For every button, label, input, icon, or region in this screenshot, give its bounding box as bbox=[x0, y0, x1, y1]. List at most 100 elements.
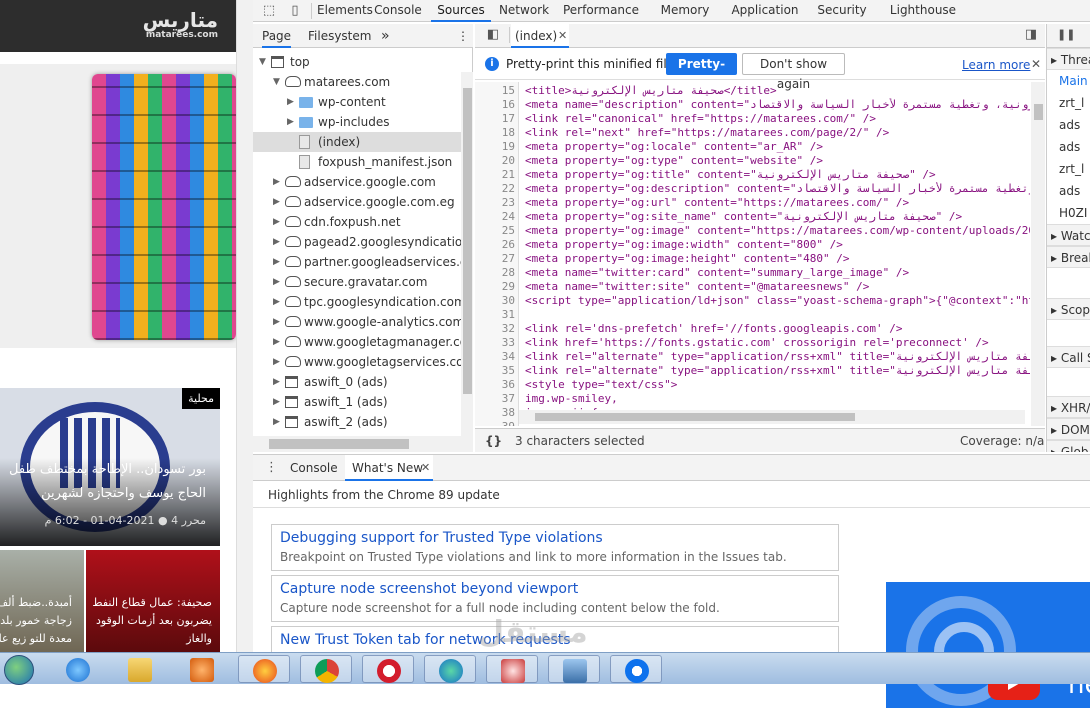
code-line[interactable]: <meta property="og:title" content="صحيفة… bbox=[525, 168, 1030, 182]
file-tab-index[interactable]: (index) ✕ bbox=[511, 24, 569, 48]
tab-performance[interactable]: Performance bbox=[557, 0, 645, 22]
taskbar-file-explorer[interactable] bbox=[114, 655, 166, 683]
tree-item[interactable]: ▶ wp-content bbox=[253, 92, 463, 112]
code-line[interactable]: <meta property="og:site_name" content="ص… bbox=[525, 210, 1030, 224]
thread-item[interactable]: Main bbox=[1047, 70, 1090, 92]
code-line[interactable]: <link rel="alternate" type="application/… bbox=[525, 364, 1030, 378]
code-area[interactable]: 15 16 17 18 19 20 21 22 23 24 25 26 27 28 29 30 31 32 33 34… bbox=[475, 82, 1031, 426]
tree-item[interactable]: ▶ secure.gravatar.com bbox=[253, 272, 463, 292]
code-line[interactable]: <link rel="next" href="https://matarees.… bbox=[525, 126, 1030, 140]
feature-card-title[interactable]: Capture node screenshot beyond viewport bbox=[280, 581, 578, 597]
debugger-section-header[interactable]: ▸ XHR/ bbox=[1047, 396, 1090, 418]
tab-memory[interactable]: Memory bbox=[647, 0, 723, 22]
navigator-scroll-thumb[interactable] bbox=[463, 88, 472, 394]
code-line[interactable]: <meta property="og:image:width" content=… bbox=[525, 238, 1030, 252]
news-title-line1[interactable]: بور تسودان.. الإطاحة بمختطف طفل bbox=[0, 458, 206, 482]
code-hscroll-thumb[interactable] bbox=[535, 413, 855, 421]
debugger-section-header[interactable]: ▸ Watc bbox=[1047, 224, 1090, 246]
code-vscrollbar[interactable] bbox=[1031, 82, 1045, 426]
news-title[interactable]: بور تسودان.. الإطاحة بمختطف طفل الحاج يو… bbox=[0, 458, 206, 506]
tab-security[interactable]: Security bbox=[807, 0, 877, 22]
collapse-arrow-icon[interactable]: ▶ bbox=[273, 392, 280, 412]
code-line[interactable]: <meta property="og:locale" content="ar_A… bbox=[525, 140, 1030, 154]
collapse-arrow-icon[interactable]: ▶ bbox=[273, 212, 280, 232]
start-button[interactable] bbox=[0, 653, 40, 685]
learn-more-link[interactable]: Learn more bbox=[962, 58, 1030, 72]
news-card-secondary[interactable]: صحيفة: عمال قطاع النفط يضربون بعد أزمات … bbox=[86, 550, 220, 652]
collapse-arrow-icon[interactable]: ▶ bbox=[273, 252, 280, 272]
website-scrollbar[interactable] bbox=[236, 0, 253, 652]
tree-item[interactable]: ▶ aswift_0 (ads) bbox=[253, 372, 463, 392]
tree-item[interactable]: ▶ adservice.google.com.eg bbox=[253, 192, 463, 212]
tree-item[interactable]: ▶ www.google-analytics.com bbox=[253, 312, 463, 332]
debugger-section-header[interactable]: ▸ Scop bbox=[1047, 298, 1090, 320]
drawer-tab-whats-new[interactable]: What's New ✕ bbox=[345, 455, 433, 481]
pause-icon[interactable]: ❚❚ bbox=[1057, 28, 1075, 41]
taskbar-remote-desktop[interactable] bbox=[548, 655, 600, 683]
tab-sources[interactable]: Sources bbox=[431, 0, 491, 22]
category-badge[interactable]: محلية bbox=[182, 388, 220, 409]
toggle-debugger-icon[interactable]: ◨ bbox=[1023, 27, 1039, 43]
inspect-element-icon[interactable]: ⬚ bbox=[261, 3, 277, 19]
collapse-arrow-icon[interactable]: ▶ bbox=[273, 272, 280, 292]
taskbar-opera[interactable] bbox=[362, 655, 414, 683]
code-line[interactable]: <style type="text/css"> bbox=[525, 378, 1030, 392]
tree-item[interactable]: ▶ aswift_1 (ads) bbox=[253, 392, 463, 412]
tree-item[interactable]: ▼ top bbox=[253, 52, 463, 72]
news-title[interactable]: صحيفة: عمال قطاع النفط يضربون بعد أزمات … bbox=[86, 594, 212, 648]
code-line[interactable]: img.wp-smiley, bbox=[525, 392, 1030, 406]
taskbar-internet-explorer[interactable] bbox=[52, 655, 104, 683]
thread-item[interactable]: ads bbox=[1047, 114, 1090, 136]
code-line[interactable]: <link rel='dns-prefetch' href='//fonts.g… bbox=[525, 322, 1030, 336]
navigator-hscroll-thumb[interactable] bbox=[269, 439, 409, 449]
game-ad-image[interactable] bbox=[92, 74, 236, 340]
code-line[interactable]: <meta name="twitter:card" content="summa… bbox=[525, 266, 1030, 280]
more-tabs-icon[interactable]: » bbox=[381, 24, 390, 48]
tab-filesystem[interactable]: Filesystem bbox=[308, 24, 371, 48]
tree-item[interactable]: ▼ matarees.com bbox=[253, 72, 463, 92]
taskbar-edge[interactable] bbox=[424, 655, 476, 683]
code-line[interactable]: <link rel="canonical" href="https://mata… bbox=[525, 112, 1030, 126]
tree-item[interactable]: ▶ aswift_2 (ads) bbox=[253, 412, 463, 432]
news-card-main[interactable]: محلية بور تسودان.. الإطاحة بمختطف طفل ال… bbox=[0, 388, 220, 546]
collapse-arrow-icon[interactable]: ▶ bbox=[287, 112, 294, 132]
tree-item[interactable]: ▶ tpc.googlesyndication.com bbox=[253, 292, 463, 312]
debugger-section-header[interactable]: ▸ Glob bbox=[1047, 440, 1090, 452]
collapse-arrow-icon[interactable]: ▶ bbox=[273, 352, 280, 372]
news-title-line2[interactable]: الحاج يوسف واحتجازه لشهرين bbox=[0, 482, 206, 506]
taskbar-media-player[interactable] bbox=[176, 655, 228, 683]
collapse-arrow-icon[interactable]: ▶ bbox=[273, 232, 280, 252]
device-toolbar-icon[interactable]: ▯ bbox=[287, 3, 303, 19]
news-card-secondary[interactable]: أمبدة..ضبط ألف زجاجة خمور بلدية معدة للت… bbox=[0, 550, 84, 652]
navigator-menu-icon[interactable]: ⋮ bbox=[457, 24, 469, 48]
drawer-menu-icon[interactable]: ⋮ bbox=[265, 460, 278, 475]
expand-arrow-icon[interactable]: ▼ bbox=[259, 52, 266, 72]
close-icon[interactable]: ✕ bbox=[558, 29, 567, 42]
collapse-arrow-icon[interactable]: ▶ bbox=[287, 92, 294, 112]
taskbar-paint[interactable] bbox=[486, 655, 538, 683]
thread-item[interactable]: zrt_l bbox=[1047, 158, 1090, 180]
code-line[interactable]: <script type="application/ld+json" class… bbox=[525, 294, 1030, 308]
debugger-section-header[interactable]: ▸ Call S bbox=[1047, 346, 1090, 368]
code-line[interactable]: <meta property="og:image:height" content… bbox=[525, 252, 1030, 266]
tab-application[interactable]: Application bbox=[725, 0, 805, 22]
site-logo[interactable]: متاريس matarees.com bbox=[143, 10, 218, 41]
debugger-section-header[interactable]: ▸ DOM bbox=[1047, 418, 1090, 440]
code-line[interactable]: <meta name="description" content="صحيفة … bbox=[525, 98, 1030, 112]
tree-item[interactable]: ▶ pagead2.googlesyndication.co bbox=[253, 232, 463, 252]
news-author[interactable]: محرر 4 bbox=[171, 514, 206, 527]
tree-item[interactable]: ▶ www.googletagmanager.com bbox=[253, 332, 463, 352]
thread-item[interactable]: ads bbox=[1047, 136, 1090, 158]
taskbar-chrome[interactable] bbox=[300, 655, 352, 683]
toggle-navigator-icon[interactable]: ◧ bbox=[485, 27, 501, 43]
collapse-arrow-icon[interactable]: ▶ bbox=[273, 292, 280, 312]
debugger-section-header[interactable]: ▸ Break bbox=[1047, 246, 1090, 268]
drawer-tab-console[interactable]: Console bbox=[290, 461, 338, 475]
dont-show-again-button[interactable]: Don't show again bbox=[742, 53, 845, 91]
code-line[interactable]: <meta property="og:image" content="https… bbox=[525, 224, 1030, 238]
tab-elements[interactable]: Elements bbox=[317, 0, 373, 22]
collapse-arrow-icon[interactable]: ▶ bbox=[273, 372, 280, 392]
tree-item[interactable]: foxpush_manifest.json bbox=[253, 152, 463, 172]
tree-item[interactable]: ▶ cdn.foxpush.net bbox=[253, 212, 463, 232]
close-icon[interactable]: ✕ bbox=[421, 461, 430, 474]
